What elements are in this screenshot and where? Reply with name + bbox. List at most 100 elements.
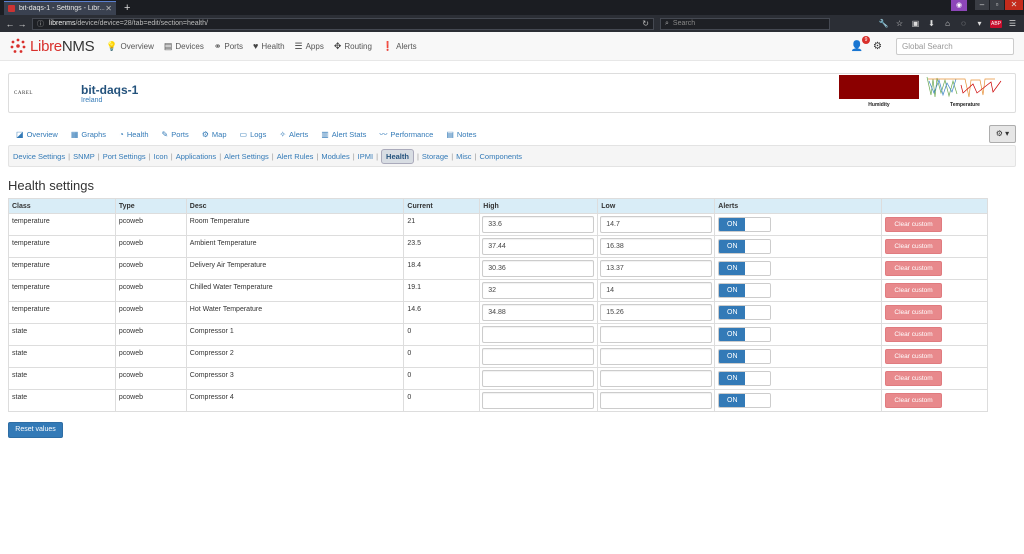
reload-icon[interactable]: ↻ bbox=[642, 19, 649, 28]
subnav-alert-settings[interactable]: Alert Settings bbox=[224, 152, 269, 161]
maximize-icon[interactable]: ▫ bbox=[990, 0, 1004, 10]
alert-toggle[interactable]: ON bbox=[718, 371, 772, 386]
wrench-icon[interactable]: 🔧 bbox=[878, 19, 889, 28]
subnav-storage[interactable]: Storage bbox=[422, 152, 448, 161]
tab-health[interactable]: ◔ Health bbox=[119, 129, 149, 140]
tab-overview[interactable]: ◪ Overview bbox=[16, 129, 58, 140]
tab-alert-stats[interactable]: ▥ Alert Stats bbox=[321, 129, 366, 140]
alert-toggle[interactable]: ON bbox=[718, 305, 772, 320]
high-threshold-input[interactable] bbox=[482, 370, 595, 387]
tab-logs[interactable]: ▭ Logs bbox=[240, 129, 267, 140]
close-tab-icon[interactable]: ✕ bbox=[105, 4, 112, 13]
nav-item-overview[interactable]: 💡 Overview bbox=[106, 41, 154, 52]
alert-toggle[interactable]: ON bbox=[718, 349, 772, 364]
low-threshold-input[interactable] bbox=[600, 326, 713, 343]
low-threshold-input[interactable] bbox=[600, 392, 713, 409]
download-icon[interactable]: ⬇ bbox=[926, 19, 937, 28]
clipboard-icon[interactable]: ▣ bbox=[910, 19, 921, 28]
subnav-applications[interactable]: Applications bbox=[176, 152, 216, 161]
nav-item-devices[interactable]: ▤ Devices bbox=[164, 41, 204, 52]
notification-badge: 9 bbox=[862, 35, 871, 44]
tab-performance[interactable]: 〰 Performance bbox=[379, 129, 433, 140]
subnav-alert-rules[interactable]: Alert Rules bbox=[277, 152, 314, 161]
clear-custom-button[interactable]: Clear custom bbox=[885, 327, 943, 342]
low-threshold-input[interactable]: 15.26 bbox=[600, 304, 713, 321]
high-threshold-input[interactable] bbox=[482, 348, 595, 365]
home-icon[interactable]: ⌂ bbox=[942, 19, 953, 28]
clear-custom-button[interactable]: Clear custom bbox=[885, 217, 943, 232]
low-threshold-input[interactable]: 14.7 bbox=[600, 216, 713, 233]
settings-gear-icon[interactable]: ⚙ bbox=[873, 41, 882, 52]
alert-toggle[interactable]: ON bbox=[718, 261, 772, 276]
high-threshold-input[interactable]: 37.44 bbox=[482, 238, 595, 255]
close-window-icon[interactable]: ✕ bbox=[1005, 0, 1023, 10]
pocket-icon[interactable]: ▾ bbox=[974, 19, 985, 28]
humidity-graph[interactable]: Humidity bbox=[839, 75, 919, 108]
subnav-ipmi[interactable]: IPMI bbox=[358, 152, 373, 161]
high-threshold-input[interactable]: 34.88 bbox=[482, 304, 595, 321]
clear-custom-button[interactable]: Clear custom bbox=[885, 393, 943, 408]
subnav-modules[interactable]: Modules bbox=[321, 152, 349, 161]
high-threshold-input[interactable]: 32 bbox=[482, 282, 595, 299]
subnav-device-settings[interactable]: Device Settings bbox=[13, 152, 65, 161]
sync-icon[interactable]: ◌ bbox=[958, 19, 969, 28]
nav-item-routing[interactable]: ✥ Routing bbox=[334, 41, 372, 52]
high-threshold-input[interactable]: 30.36 bbox=[482, 260, 595, 277]
clear-custom-button[interactable]: Clear custom bbox=[885, 349, 943, 364]
global-search-input[interactable]: Global Search bbox=[896, 37, 1014, 55]
low-threshold-input[interactable]: 13.37 bbox=[600, 260, 713, 277]
subnav-health[interactable]: Health bbox=[381, 148, 414, 164]
high-threshold-input[interactable] bbox=[482, 392, 595, 409]
device-name[interactable]: bit-daqs-1 bbox=[81, 83, 138, 97]
tab-map[interactable]: ⚙ Map bbox=[202, 129, 227, 140]
browser-search-box[interactable]: ⌕ Search bbox=[660, 17, 830, 30]
info-icon[interactable]: ⓘ bbox=[37, 19, 44, 29]
nav-item-ports[interactable]: ⚭ Ports bbox=[214, 41, 243, 52]
clear-custom-button[interactable]: Clear custom bbox=[885, 239, 943, 254]
librenms-logo[interactable]: LibreNMS bbox=[10, 38, 95, 55]
nav-item-apps[interactable]: ☰ Apps bbox=[295, 41, 324, 52]
new-tab-icon[interactable]: + bbox=[124, 1, 130, 15]
high-threshold-input[interactable]: 33.6 bbox=[482, 216, 595, 233]
alert-toggle[interactable]: ON bbox=[718, 283, 772, 298]
tab-graphs[interactable]: ▦ Graphs bbox=[71, 129, 106, 140]
low-threshold-input[interactable] bbox=[600, 370, 713, 387]
alert-toggle[interactable]: ON bbox=[718, 327, 772, 342]
subnav-components[interactable]: Components bbox=[480, 152, 523, 161]
subnav-port-settings[interactable]: Port Settings bbox=[103, 152, 146, 161]
low-threshold-input[interactable]: 16.38 bbox=[600, 238, 713, 255]
tab-label: Graphs bbox=[81, 129, 106, 139]
clear-custom-button[interactable]: Clear custom bbox=[885, 283, 943, 298]
device-actions-dropdown[interactable]: ⚙ ▾ bbox=[989, 125, 1016, 143]
tab-notes[interactable]: ▤ Notes bbox=[446, 129, 476, 140]
temperature-graph[interactable]: Temperature bbox=[925, 75, 1005, 108]
minimize-icon[interactable]: – bbox=[975, 0, 989, 10]
subnav-icon[interactable]: Icon bbox=[154, 152, 168, 161]
alert-toggle[interactable]: ON bbox=[718, 217, 772, 232]
alert-toggle[interactable]: ON bbox=[718, 239, 772, 254]
high-threshold-input[interactable] bbox=[482, 326, 595, 343]
back-icon[interactable]: ← bbox=[4, 19, 16, 29]
tab-alerts[interactable]: ✧ Alerts bbox=[279, 129, 308, 140]
alert-toggle[interactable]: ON bbox=[718, 393, 772, 408]
device-location[interactable]: Ireland bbox=[81, 97, 138, 104]
clear-custom-button[interactable]: Clear custom bbox=[885, 305, 943, 320]
clear-custom-button[interactable]: Clear custom bbox=[885, 371, 943, 386]
reset-values-button[interactable]: Reset values bbox=[8, 422, 63, 438]
subnav-snmp[interactable]: SNMP bbox=[73, 152, 95, 161]
tab-ports[interactable]: ✎ Ports bbox=[162, 129, 189, 140]
low-threshold-input[interactable]: 14 bbox=[600, 282, 713, 299]
low-threshold-input[interactable] bbox=[600, 348, 713, 365]
user-icon[interactable]: 👤 9 bbox=[851, 35, 871, 52]
address-bar[interactable]: ⓘ librenms /device/device=28/tab=edit/se… bbox=[32, 17, 654, 30]
tab-label: Notes bbox=[456, 129, 477, 139]
bookmark-star-icon[interactable]: ☆ bbox=[894, 19, 905, 28]
nav-item-alerts[interactable]: ❗ Alerts bbox=[382, 41, 417, 52]
hamburger-menu-icon[interactable]: ☰ bbox=[1007, 19, 1018, 28]
clear-custom-button[interactable]: Clear custom bbox=[885, 261, 943, 276]
forward-icon[interactable]: → bbox=[16, 19, 28, 29]
nav-item-health[interactable]: ♥ Health bbox=[253, 41, 284, 52]
browser-tab[interactable]: bit-daqs-1 - Settings - Libr… ✕ bbox=[4, 1, 116, 15]
subnav-misc[interactable]: Misc bbox=[456, 152, 471, 161]
adblock-icon[interactable]: ABP bbox=[990, 19, 1002, 28]
